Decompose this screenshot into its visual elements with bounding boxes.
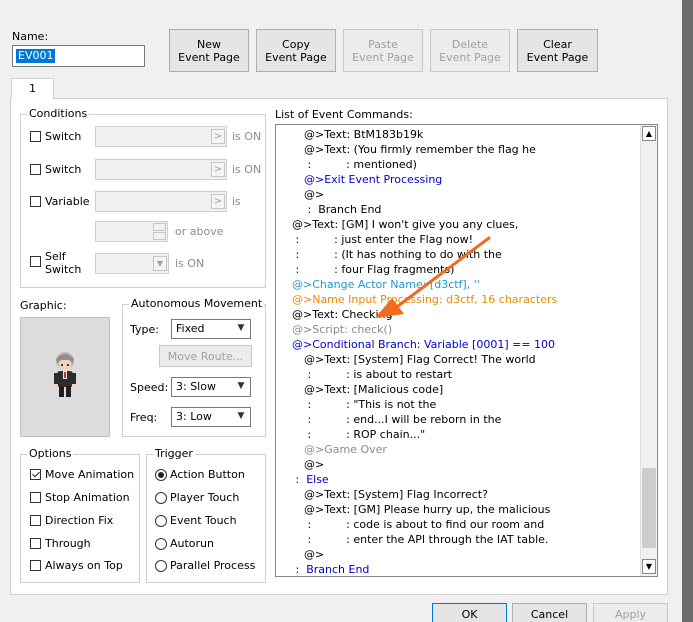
annotation-arrow-shaft <box>396 236 491 308</box>
event-editor-window: Name: EV001 New Event Page Copy Event Pa… <box>0 0 682 622</box>
desktop-background <box>682 0 693 622</box>
annotation-arrow <box>375 236 491 318</box>
annotation-arrow-head <box>375 298 404 318</box>
